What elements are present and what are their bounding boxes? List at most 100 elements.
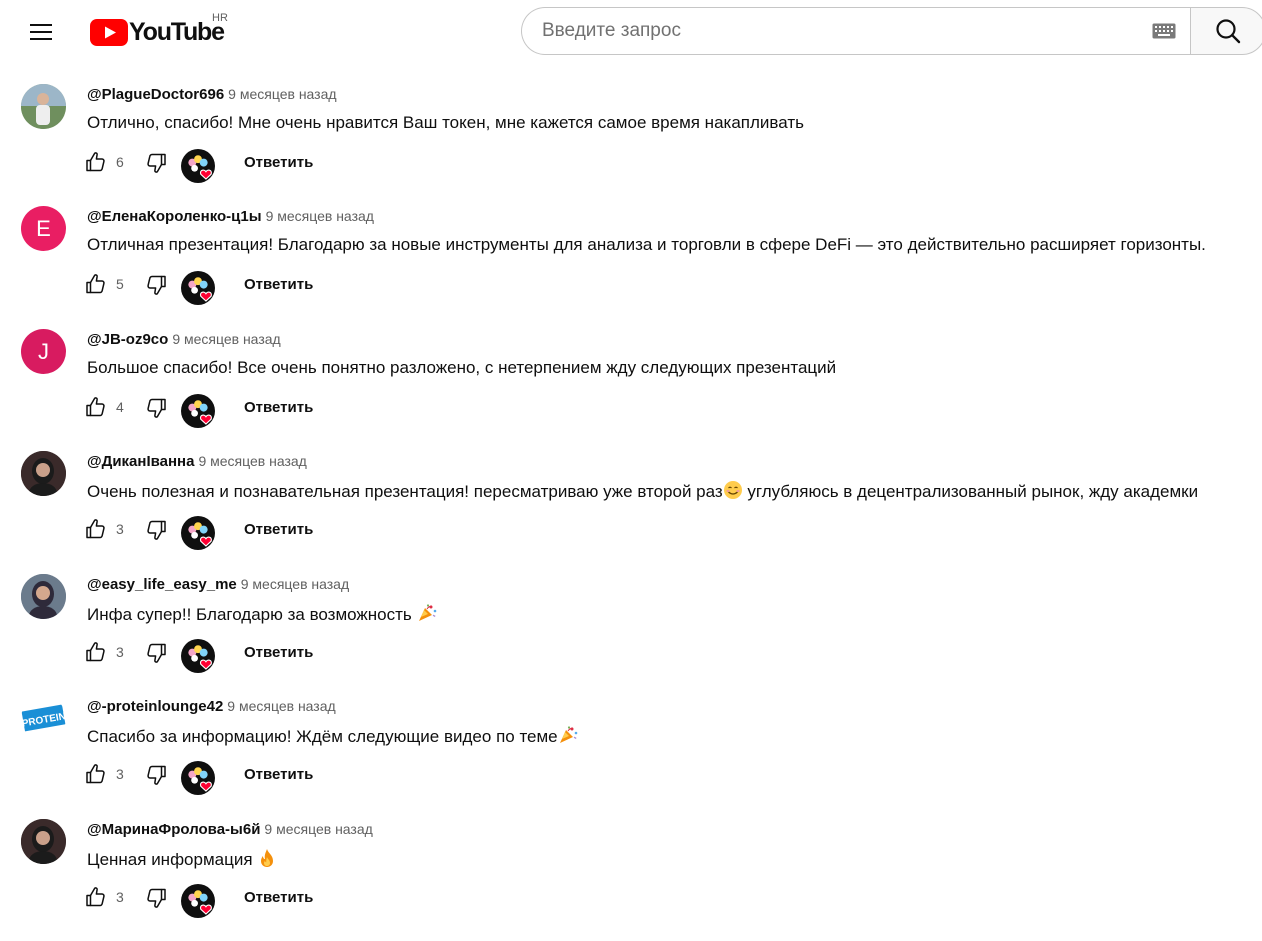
comment-header: @JB-oz9co 9 месяцев назад [87,331,281,349]
like-count: 5 [116,276,124,292]
comment-actions: 4 Ответить [84,394,484,428]
fire-emoji [261,849,274,867]
like-icon[interactable] [84,885,108,909]
smiling-face-emoji [723,480,743,500]
comment-text: Большое спасибо! Все очень понятно разло… [87,358,837,377]
like-icon[interactable] [84,762,108,786]
avatar-letter: E [36,215,51,241]
published-time[interactable]: 9 месяцев назад [241,576,349,592]
like-count: 3 [116,766,124,782]
keyboard-icon[interactable] [1152,23,1176,39]
reply-button[interactable]: Ответить [244,889,313,906]
comment-header: @-proteinlounge42 9 месяцев назад [87,698,336,716]
comment-text: Отличная презентация! Благодарю за новые… [87,235,1206,254]
comment-actions: 3 Ответить [84,639,484,673]
logo-text: YouTube [129,17,225,46]
avatar[interactable] [21,819,66,864]
reply-button[interactable]: Ответить [244,276,313,293]
comment-thread: E @ЕленаКороленко-ц1ы 9 месяцев назад Отлич… [0,206,1262,328]
like-icon[interactable] [84,150,108,174]
avatar[interactable]: E [21,206,66,251]
like-icon[interactable] [84,395,108,419]
party-popper-emoji [559,725,578,744]
avatar[interactable]: J [21,329,66,374]
dislike-icon[interactable] [144,151,168,175]
guide-menu-button[interactable] [22,12,62,52]
avatar[interactable] [21,574,66,619]
search-button[interactable] [1190,7,1262,55]
comment-header: @МаринаФролова-ы6й 9 месяцев назад [87,821,373,839]
comment-text-part: углубляюсь в децентрализованный рынок, ж… [742,482,1199,501]
comment-text-part: Инфа супер!! Благодарю за возможность [87,605,417,624]
photo-woman-icon [21,819,66,864]
reply-button[interactable]: Ответить [244,399,313,416]
like-count: 3 [116,644,124,660]
author-name[interactable]: @PlagueDoctor696 [87,86,224,103]
photo-man-icon [21,84,66,129]
youtube-logo[interactable]: YouTube [90,17,225,47]
comment-thread: @PlagueDoctor696 9 месяцев назад Отлично, … [0,84,1262,206]
reply-button[interactable]: Ответить [244,766,313,783]
avatar[interactable]: PROTEIN [21,696,66,741]
hamburger-menu-icon [30,24,52,40]
comment-text-part: Очень полезная и познавательная презента… [87,482,723,501]
dislike-icon[interactable] [144,518,168,542]
published-time[interactable]: 9 месяцев назад [198,453,306,469]
published-time[interactable]: 9 месяцев назад [172,331,280,347]
published-time[interactable]: 9 месяцев назад [264,821,372,837]
comment-header: @PlagueDoctor696 9 месяцев назад [87,86,337,104]
like-icon[interactable] [84,517,108,541]
youtube-play-icon [90,18,128,46]
published-time[interactable]: 9 месяцев назад [266,208,374,224]
comment-thread: PROTEIN @-proteinlounge42 9 месяцев назад С… [0,696,1262,818]
dislike-icon[interactable] [144,886,168,910]
reply-button[interactable]: Ответить [244,154,313,171]
creator-heart-icon [181,149,215,183]
comment-actions: 6 Ответить [84,149,484,183]
protein-logo-icon: PROTEIN [21,704,66,732]
dislike-icon[interactable] [144,641,168,665]
comment-actions: 3 Ответить [84,516,484,550]
author-name[interactable]: @МаринаФролова-ы6й [87,821,260,838]
search-icon [1216,19,1241,44]
comment-header: @ЕленаКороленко-ц1ы 9 месяцев назад [87,208,374,226]
dislike-icon[interactable] [144,763,168,787]
author-name[interactable]: @easy_life_easy_me [87,576,237,593]
comment-actions: 3 Ответить [84,884,484,918]
author-name[interactable]: @-proteinlounge42 [87,698,223,715]
published-time[interactable]: 9 месяцев назад [228,86,336,102]
photo-woman-icon [21,574,66,619]
avatar[interactable] [21,84,66,129]
author-name[interactable]: @ЕленаКороленко-ц1ы [87,208,262,225]
comment-text: Очень полезная и познавательная презента… [87,480,1198,502]
like-icon[interactable] [84,640,108,664]
comment-text: Отлично, спасибо! Мне очень нравится Ваш… [87,113,804,132]
author-name[interactable]: @JB-oz9co [87,331,168,348]
photo-woman-icon [21,451,66,496]
author-name[interactable]: @ДиканІванна [87,453,194,470]
comment-thread: J @JB-oz9co 9 месяцев назад Большое спасибо… [0,329,1262,451]
reply-button[interactable]: Ответить [244,521,313,538]
reply-button[interactable]: Ответить [244,644,313,661]
creator-heart-icon [181,516,215,550]
comment-header: @easy_life_easy_me 9 месяцев назад [87,576,349,594]
like-count: 3 [116,889,124,905]
comment-text: Инфа супер!! Благодарю за возможность [87,603,437,625]
comment-header: @ДиканІванна 9 месяцев назад [87,453,307,471]
published-time[interactable]: 9 месяцев назад [227,698,335,714]
search-input[interactable] [542,8,1142,54]
creator-heart-icon [181,639,215,673]
comment-text: Ценная информация [87,848,277,870]
avatar[interactable] [21,451,66,496]
like-icon[interactable] [84,272,108,296]
creator-heart-icon [181,394,215,428]
comment-thread: @МаринаФролова-ы6й 9 месяцев назад Ценная … [0,819,1262,941]
comment-actions: 5 Ответить [84,271,484,305]
like-count: 3 [116,521,124,537]
creator-heart-icon [181,761,215,795]
dislike-icon[interactable] [144,396,168,420]
dislike-icon[interactable] [144,273,168,297]
like-count: 4 [116,399,124,415]
avatar-letter: J [38,338,49,364]
masthead: YouTube HR [0,0,1262,64]
